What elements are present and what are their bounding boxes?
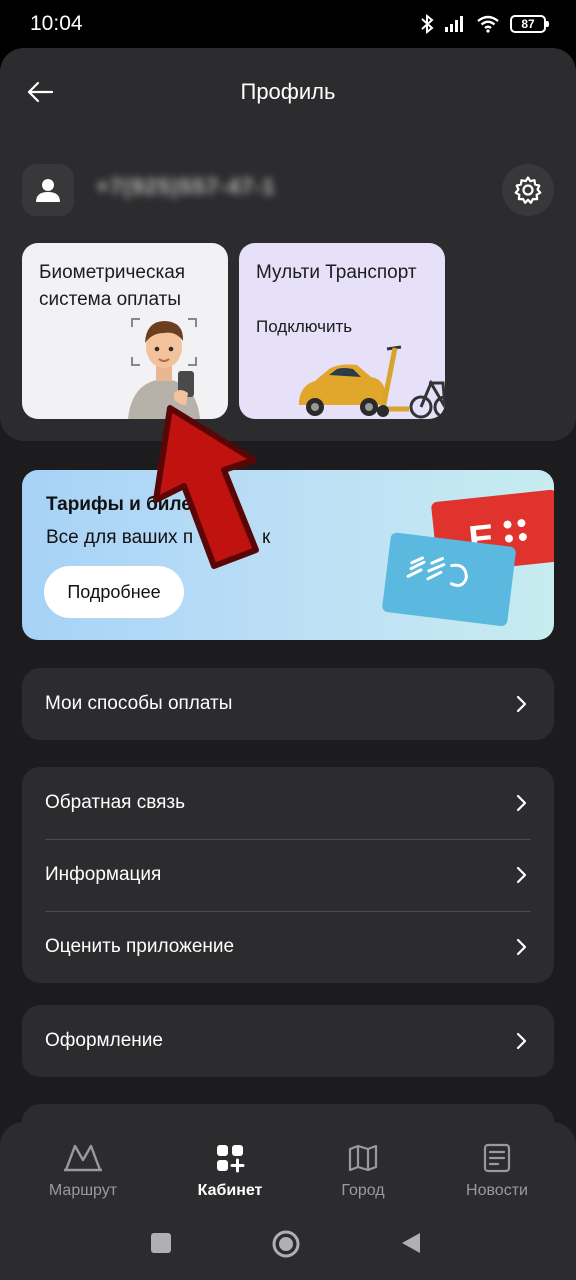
nav-route[interactable]: Маршрут xyxy=(23,1140,143,1200)
nav-news[interactable]: Новости xyxy=(437,1140,557,1200)
payment-menu-group: Мои способы оплаты xyxy=(22,668,554,740)
information-item[interactable]: Информация xyxy=(22,839,554,911)
home-circle-icon xyxy=(272,1230,300,1258)
nav-cabinet[interactable]: Кабинет xyxy=(170,1140,290,1200)
screen: 10:04 87 Профиль +7(925)557-47-1 Биометр… xyxy=(0,0,576,1280)
vehicles-illustration xyxy=(299,345,445,419)
payment-methods-label: Мои способы оплаты xyxy=(45,693,233,714)
avatar[interactable] xyxy=(22,164,74,216)
news-icon xyxy=(483,1143,511,1173)
chevron-right-icon xyxy=(516,1032,527,1050)
nav-route-label: Маршрут xyxy=(48,1182,118,1199)
status-icons: 87 xyxy=(420,14,549,34)
nav-news-label: Новости xyxy=(466,1182,528,1199)
chevron-right-icon xyxy=(516,794,527,812)
nav-cabinet-label: Кабинет xyxy=(197,1182,263,1199)
chevron-right-icon xyxy=(516,866,527,884)
nav-city[interactable]: Город xyxy=(303,1140,423,1200)
payment-methods-item[interactable]: Мои способы оплаты xyxy=(22,668,554,740)
back-system-button[interactable] xyxy=(400,1232,422,1259)
settings-button[interactable] xyxy=(502,164,554,216)
appearance-label: Оформление xyxy=(45,1030,163,1051)
feedback-item[interactable]: Обратная связь xyxy=(22,767,554,839)
information-label: Информация xyxy=(45,864,162,885)
feedback-label: Обратная связь xyxy=(45,792,185,813)
battery-icon: 87 xyxy=(510,15,549,33)
rate-app-item[interactable]: Оценить приложение xyxy=(22,911,554,983)
chevron-right-icon xyxy=(516,695,527,713)
wifi-icon xyxy=(476,15,500,33)
rate-app-label: Оценить приложение xyxy=(45,936,235,957)
appearance-item[interactable]: Оформление xyxy=(22,1005,554,1077)
cabinet-icon xyxy=(217,1145,245,1173)
person-icon xyxy=(36,179,60,202)
chevron-right-icon xyxy=(516,938,527,956)
home-button[interactable] xyxy=(271,1229,301,1264)
triangle-back-icon xyxy=(402,1233,420,1253)
map-icon xyxy=(348,1144,378,1172)
appearance-menu-group: Оформление xyxy=(22,1005,554,1077)
status-time: 10:04 xyxy=(30,12,83,35)
bluetooth-icon xyxy=(420,14,434,34)
tickets-illustration: E xyxy=(382,489,554,627)
phone-number: +7(925)557-47-1 xyxy=(96,174,276,199)
signal-icon xyxy=(444,16,466,32)
page-title: Профиль xyxy=(240,79,336,104)
recents-button[interactable] xyxy=(150,1232,172,1259)
square-icon xyxy=(151,1233,171,1253)
tariffs-banner[interactable]: Тарифы и биле Все для ваших пк Подробнее… xyxy=(22,470,554,640)
nav-city-label: Город xyxy=(341,1182,385,1199)
red-pointer-arrow xyxy=(153,405,259,569)
system-navigation-bar xyxy=(0,1212,576,1276)
metro-icon xyxy=(64,1144,102,1172)
multi-card-title: Мульти Транспорт xyxy=(256,262,417,283)
support-menu-group: Обратная связь Информация Оценить прилож… xyxy=(22,767,554,983)
status-bar: 10:04 87 xyxy=(0,0,576,48)
multi-transport-card[interactable]: Мульти Транспорт Подключить xyxy=(239,243,445,419)
biometric-card-title: Биометрическая система оплаты xyxy=(39,262,186,310)
battery-level: 87 xyxy=(521,17,535,31)
biometric-payment-card[interactable]: Биометрическая система оплаты xyxy=(22,243,228,419)
gear-icon xyxy=(514,176,542,204)
